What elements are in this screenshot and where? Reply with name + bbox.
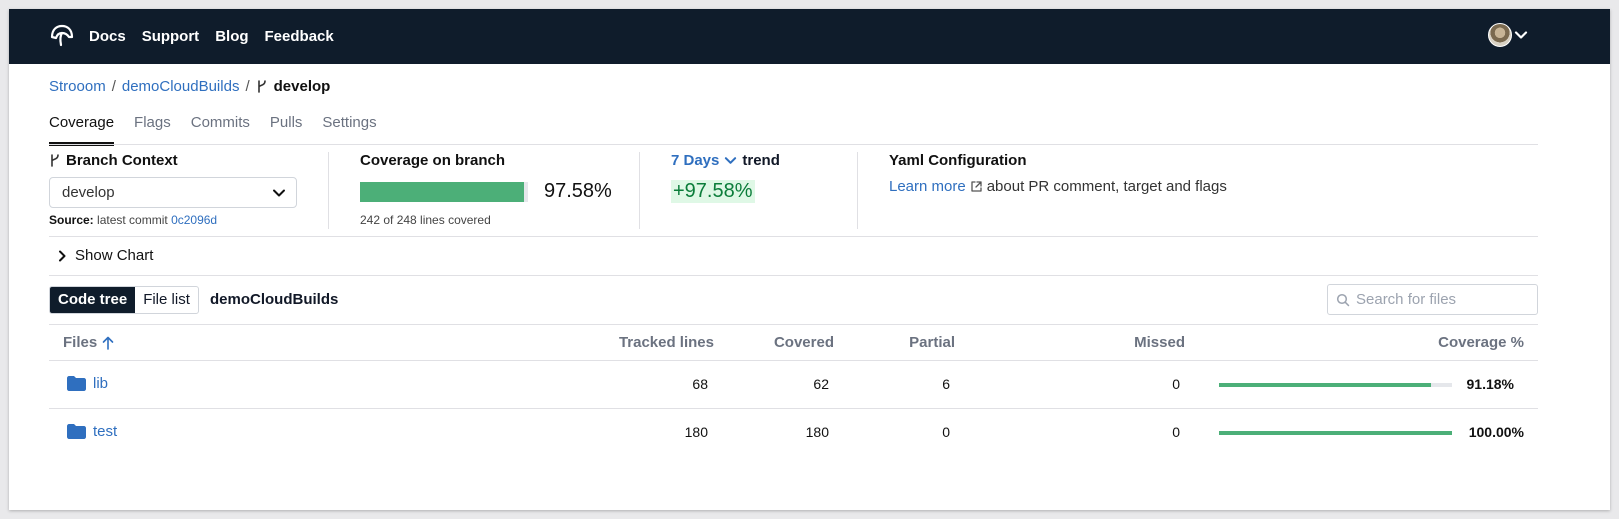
- tab-flags[interactable]: Flags: [134, 112, 171, 146]
- main-nav: Docs Support Blog Feedback: [89, 9, 350, 64]
- breadcrumb-separator: /: [245, 78, 250, 95]
- tracked-lines-header[interactable]: Tracked lines: [619, 334, 714, 351]
- files-column-header[interactable]: Files: [63, 334, 114, 351]
- chevron-down-icon[interactable]: [1514, 28, 1528, 42]
- coverage-on-branch-section: Coverage on branch 97.58% 242 of 248 lin…: [360, 152, 620, 238]
- search-placeholder: Search for files: [1356, 291, 1457, 308]
- file-coverage-fill: [1219, 383, 1432, 387]
- table-row[interactable]: test 180 180 0 0 100.00%: [49, 409, 1538, 457]
- branch-icon: [51, 154, 59, 167]
- section-divider-horizontal: [49, 275, 1538, 276]
- partial-cell: 6: [942, 376, 950, 392]
- breadcrumb-repo-link[interactable]: demoCloudBuilds: [122, 78, 240, 95]
- branch-context-heading: Branch Context: [49, 152, 299, 169]
- coverage-title: Coverage on branch: [360, 152, 506, 169]
- yaml-text: about PR comment, target and flags: [986, 178, 1227, 195]
- table-row[interactable]: lib 68 62 6 0 91.18%: [49, 361, 1538, 409]
- covered-cell: 62: [813, 376, 829, 392]
- file-name-link[interactable]: test: [93, 423, 117, 440]
- tracked-lines-cell: 68: [692, 376, 708, 392]
- nav-blog-link[interactable]: Blog: [215, 28, 248, 45]
- breadcrumb-separator: /: [111, 78, 116, 95]
- tab-commits[interactable]: Commits: [191, 112, 250, 146]
- covered-cell: 180: [805, 424, 829, 440]
- breadcrumb: Strooom / demoCloudBuilds / develop: [49, 78, 330, 95]
- branch-icon: [257, 80, 266, 93]
- top-navbar: Docs Support Blog Feedback: [9, 9, 1610, 64]
- coverage-progress-fill: [360, 182, 524, 202]
- tracked-lines-cell: 180: [684, 424, 708, 440]
- coverage-percent-cell: 91.18%: [1466, 376, 1514, 392]
- nav-support-link[interactable]: Support: [142, 28, 200, 45]
- coverage-percent-header[interactable]: Coverage %: [1438, 334, 1524, 351]
- show-chart-label: Show Chart: [75, 247, 154, 264]
- search-icon: [1336, 293, 1350, 307]
- coverage-progress-bar: [360, 182, 528, 202]
- file-coverage-fill: [1219, 431, 1452, 435]
- missed-header[interactable]: Missed: [1134, 334, 1185, 351]
- tab-settings[interactable]: Settings: [322, 112, 376, 146]
- breadcrumb-org-link[interactable]: Strooom: [49, 78, 106, 95]
- file-coverage-bar: [1219, 431, 1452, 435]
- covered-header[interactable]: Covered: [774, 334, 834, 351]
- lines-covered: 242 of 248 lines covered: [360, 213, 491, 227]
- codecov-logo-icon[interactable]: [49, 23, 75, 49]
- file-name-link[interactable]: lib: [93, 375, 108, 392]
- branch-select-value: develop: [62, 184, 115, 201]
- file-cell: lib: [67, 375, 108, 392]
- tab-coverage[interactable]: Coverage: [49, 112, 115, 146]
- learn-more-link[interactable]: Learn more: [889, 178, 966, 195]
- branch-context-section: Branch Context develop Source: latest co…: [49, 152, 299, 238]
- table-header: Files Tracked lines Covered Partial Miss…: [49, 324, 1538, 361]
- source-text: latest commit: [97, 213, 168, 227]
- branch-select[interactable]: develop: [49, 177, 297, 208]
- coverage-percent: 97.58%: [544, 180, 612, 202]
- tabs-divider: [49, 144, 1538, 145]
- source-commit-info: Source: latest commit 0c2096d: [49, 213, 217, 227]
- commit-hash-link[interactable]: 0c2096d: [171, 213, 217, 227]
- app-window: Docs Support Blog Feedback Strooom / dem…: [9, 9, 1610, 510]
- trend-value: +97.58%: [671, 180, 755, 203]
- files-header-label: Files: [63, 334, 98, 351]
- folder-icon: [67, 376, 86, 391]
- chevron-down-icon: [273, 189, 285, 197]
- external-link-icon[interactable]: [970, 180, 983, 193]
- yaml-description: Learn more about PR comment, target and …: [889, 178, 1227, 195]
- avatar[interactable]: [1488, 23, 1512, 47]
- section-divider: [639, 152, 640, 229]
- section-divider: [328, 152, 329, 229]
- trend-period-select[interactable]: 7 Days: [671, 152, 719, 169]
- tree-repo-name: demoCloudBuilds: [210, 291, 339, 308]
- folder-icon: [67, 424, 86, 439]
- yaml-title: Yaml Configuration: [889, 152, 1027, 169]
- missed-cell: 0: [1172, 424, 1180, 440]
- chevron-right-icon: [59, 250, 66, 261]
- code-tree-button[interactable]: Code tree: [50, 287, 136, 313]
- missed-cell: 0: [1172, 376, 1180, 392]
- show-chart-toggle[interactable]: Show Chart: [57, 247, 153, 264]
- breadcrumb-branch: develop: [273, 78, 331, 95]
- trend-heading: 7 Days trend: [671, 152, 851, 169]
- trend-label: trend: [742, 152, 780, 169]
- sort-arrow-up-icon: [102, 336, 114, 350]
- file-cell: test: [67, 423, 117, 440]
- view-toggle: Code tree File list: [49, 286, 199, 314]
- nav-feedback-link[interactable]: Feedback: [265, 28, 334, 45]
- partial-header[interactable]: Partial: [909, 334, 955, 351]
- source-label: Source:: [49, 213, 94, 227]
- file-coverage-bar: [1219, 383, 1452, 387]
- chevron-down-icon[interactable]: [724, 154, 737, 167]
- section-divider: [857, 152, 858, 229]
- section-divider-horizontal: [49, 236, 1538, 237]
- nav-docs-link[interactable]: Docs: [89, 28, 126, 45]
- yaml-section: Yaml Configuration Learn more about PR c…: [889, 152, 1309, 238]
- file-list-button[interactable]: File list: [135, 287, 198, 313]
- coverage-percent-cell: 100.00%: [1468, 424, 1524, 440]
- partial-cell: 0: [942, 424, 950, 440]
- trend-section: 7 Days trend +97.58%: [671, 152, 851, 238]
- branch-context-title: Branch Context: [66, 152, 178, 169]
- search-input[interactable]: Search for files: [1327, 284, 1538, 315]
- tab-pulls[interactable]: Pulls: [270, 112, 303, 146]
- repo-tabs: Coverage Flags Commits Pulls Settings: [49, 112, 377, 146]
